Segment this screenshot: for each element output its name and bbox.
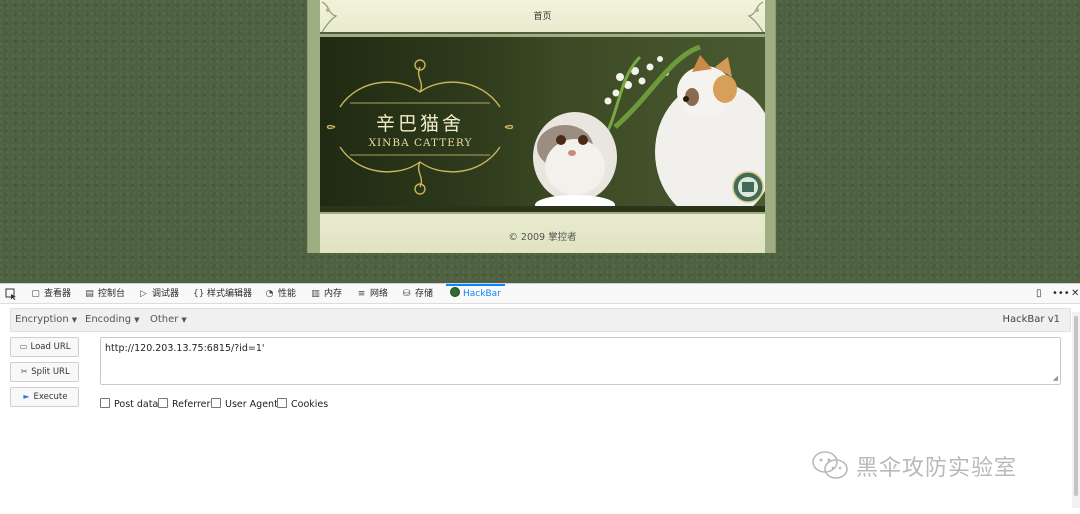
panel-scrollbar[interactable] (1072, 312, 1080, 508)
more-options-icon[interactable]: ••• (1052, 284, 1070, 304)
inspector-icon: ▢ (31, 289, 40, 299)
caret-down-icon: ▼ (181, 316, 187, 324)
load-icon: ▭ (19, 342, 28, 351)
play-icon: ► (23, 392, 30, 401)
page-footer: © 2009 掌控者 (320, 214, 765, 253)
menu-other[interactable]: Other ▼ (150, 309, 187, 331)
hackbar-icon (450, 287, 460, 297)
checkbox-referrer[interactable] (158, 398, 168, 408)
option-referrer[interactable]: Referrer (158, 398, 210, 412)
tab-style-editor[interactable]: {} 样式编辑器 (193, 284, 252, 304)
tab-debugger[interactable]: ▷ 调试器 (138, 284, 179, 304)
banner-title-cn: 辛巴猫舍 (375, 113, 464, 135)
debugger-icon: ▷ (140, 289, 147, 299)
kitten-left-image (533, 112, 617, 206)
tab-inspector[interactable]: ▢ 查看器 (30, 284, 71, 304)
banner-title-en: XINBA CATTERY (368, 137, 473, 149)
menu-encoding[interactable]: Encoding ▼ (85, 309, 139, 331)
close-icon[interactable]: ✕ (1071, 284, 1079, 304)
hackbar-version: HackBar v1 (1002, 314, 1061, 325)
tab-console[interactable]: ▤ 控制台 (84, 284, 125, 304)
ornament-right-icon (747, 1, 764, 33)
url-input[interactable]: http://120.203.13.75:6815/?id=1' ◢ (100, 337, 1061, 385)
watermark: 黑伞攻防实验室 (810, 449, 1017, 485)
scissors-icon: ✂ (20, 367, 28, 376)
tab-network[interactable]: ≡ 网络 (356, 284, 388, 304)
caret-down-icon: ▼ (134, 316, 140, 324)
resize-grip-icon[interactable]: ◢ (1053, 374, 1058, 382)
load-url-button[interactable]: ▭ Load URL (10, 337, 79, 357)
wechat-icon (812, 451, 848, 479)
ornament-left-icon (321, 1, 338, 33)
scrollbar-thumb[interactable] (1074, 316, 1078, 496)
devtools-toolbar: ▢ 查看器 ▤ 控制台 ▷ 调试器 {} 样式编辑器 ◔ 性能 ▥ 内存 ≡ 网络 ⛁ 存储 H… (0, 283, 1080, 304)
caret-down-icon: ▼ (71, 316, 78, 324)
option-user-agent[interactable]: User Agent (211, 398, 278, 412)
option-cookies[interactable]: Cookies (277, 398, 328, 412)
tab-performance[interactable]: ◔ 性能 (264, 284, 296, 304)
tab-memory[interactable]: ▥ 内存 (310, 284, 342, 304)
memory-icon: ▥ (311, 289, 320, 299)
hackbar-menubar: Encryption ▼ Encoding ▼ Other ▼ HackBar v1 (10, 308, 1071, 332)
dock-icon[interactable]: ▯ (1036, 284, 1042, 304)
page-viewport: 首页 辛巴猫舍 XINBA CATTERY © 2009 掌控者 (0, 0, 1080, 283)
tab-storage[interactable]: ⛁ 存储 (401, 284, 433, 304)
network-icon: ≡ (357, 289, 366, 299)
console-icon: ▤ (85, 289, 94, 299)
checkbox-post-data[interactable] (100, 398, 110, 408)
style-editor-icon: {} (193, 289, 205, 299)
url-value: http://120.203.13.75:6815/?id=1' (105, 343, 265, 354)
footer-copyright: © 2009 掌控者 (508, 232, 577, 243)
top-nav: 首页 (320, 0, 765, 34)
tab-hackbar[interactable]: HackBar (446, 284, 505, 304)
storage-icon: ⛁ (402, 289, 411, 299)
performance-icon: ◔ (265, 289, 274, 299)
watermark-text: 黑伞攻防实验室 (856, 456, 1018, 481)
split-url-button[interactable]: ✂ Split URL (10, 362, 79, 382)
element-picker-icon[interactable] (5, 288, 17, 300)
cattery-emblem-icon (732, 171, 764, 203)
option-post-data[interactable]: Post data (100, 398, 158, 412)
checkbox-cookies[interactable] (277, 398, 287, 408)
cattery-page: 首页 辛巴猫舍 XINBA CATTERY © 2009 掌控者 (307, 0, 776, 253)
execute-button[interactable]: ► Execute (10, 387, 79, 407)
checkbox-user-agent[interactable] (211, 398, 221, 408)
cattery-banner: 辛巴猫舍 XINBA CATTERY (320, 37, 765, 212)
nav-home-link[interactable]: 首页 (533, 12, 551, 22)
menu-encryption[interactable]: Encryption ▼ (15, 309, 77, 331)
